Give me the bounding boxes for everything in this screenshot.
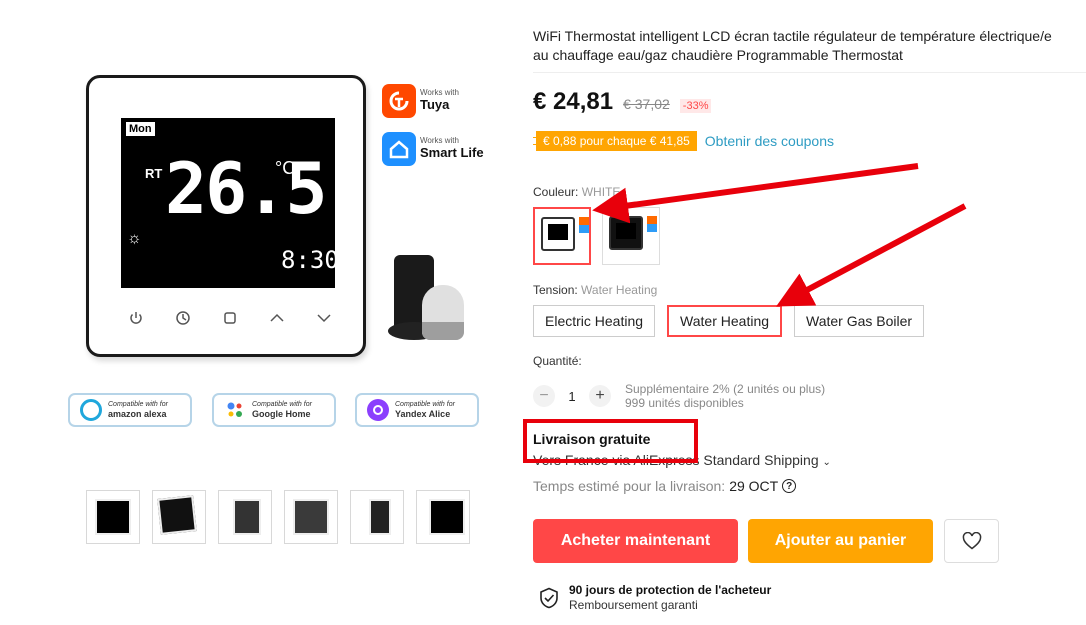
help-icon[interactable]: ? xyxy=(782,479,797,493)
bulk-discount-note: Supplémentaire 2% (2 unités ou plus) xyxy=(625,382,826,396)
divider xyxy=(533,72,1086,73)
quantity-stepper: − 1 + Supplémentaire 2% (2 unités ou plu… xyxy=(533,382,825,410)
sun-icon: ☼ xyxy=(127,230,142,247)
original-price: € 37,02 xyxy=(623,96,670,112)
color-option-white[interactable] xyxy=(533,207,591,265)
google-home-compat-badge: Compatible with for Google Home xyxy=(212,393,336,427)
yandex-compat-name: Yandex Alice xyxy=(395,408,451,419)
quantity-minus-button[interactable]: − xyxy=(533,385,555,407)
protection-title: 90 jours de protection de l'acheteur xyxy=(569,583,772,597)
buy-now-button[interactable]: Acheter maintenant xyxy=(533,519,738,563)
price-row: € 24,81 € 37,02 -33% xyxy=(533,88,712,116)
thumbnail[interactable] xyxy=(350,490,404,544)
power-icon xyxy=(125,310,147,331)
alexa-compat-small: Compatible with for xyxy=(108,400,168,408)
product-title-line-1: WiFi Thermostat intelligent LCD écran ta… xyxy=(533,28,1052,44)
add-to-cart-button[interactable]: Ajouter au panier xyxy=(748,519,933,563)
device-buttons xyxy=(125,310,335,331)
delivery-estimate: Temps estimé pour la livraison: 29 OCT ? xyxy=(533,478,797,494)
tuya-works-with: Works with xyxy=(420,88,459,98)
thumbnail[interactable] xyxy=(284,490,338,544)
annotation-arrow-tension xyxy=(776,203,967,307)
color-option-black[interactable] xyxy=(602,207,660,265)
quantity-label: Quantité: xyxy=(533,354,582,368)
yandex-alice-logo-icon xyxy=(367,399,389,421)
yandex-compat-small: Compatible with for xyxy=(395,400,455,408)
annotation-highlight-box xyxy=(523,419,698,463)
current-price: € 24,81 xyxy=(533,88,614,115)
quantity-note: Supplémentaire 2% (2 unités ou plus) 999… xyxy=(625,382,825,410)
tension-option-water-gas-boiler[interactable]: Water Gas Boiler xyxy=(794,305,925,337)
shield-check-icon xyxy=(540,587,558,609)
annotation-arrow-color xyxy=(592,163,919,224)
delivery-date: 29 OCT xyxy=(729,478,779,494)
screen-day: Mon xyxy=(126,122,155,136)
thermostat-screen: Mon RT 26.5 °C ☼ 8:30 xyxy=(121,118,339,288)
alexa-compat-name: amazon alexa xyxy=(108,408,167,419)
protection-subtitle: Remboursement garanti xyxy=(569,598,698,612)
tension-selected-value: Water Heating xyxy=(581,283,658,297)
screen-unit: °C xyxy=(275,158,296,178)
up-arrow-icon xyxy=(266,310,288,331)
product-title-line-2: au chauffage eau/gaz chaudière Programma… xyxy=(533,47,903,63)
quantity-plus-button[interactable]: + xyxy=(589,385,611,407)
google-assistant-logo-icon xyxy=(224,399,246,421)
thumbnail-strip xyxy=(86,490,470,544)
tension-option-water-heating[interactable]: Water Heating xyxy=(667,305,783,337)
google-home-image xyxy=(422,285,464,340)
thermostat-device: Mon RT 26.5 °C ☼ 8:30 xyxy=(86,75,366,357)
stock-available-note: 999 unités disponibles xyxy=(625,396,744,410)
google-compat-name: Google Home xyxy=(252,408,311,419)
product-title: WiFi Thermostat intelligent LCD écran ta… xyxy=(533,27,1086,65)
coupon-row: € 0,88 pour chaque € 41,85 Obtenir des c… xyxy=(533,131,834,151)
tuya-name: Tuya xyxy=(420,97,450,113)
smart-life-logo-icon xyxy=(382,132,416,166)
google-compat-small: Compatible with for xyxy=(252,400,312,408)
thumbnail[interactable] xyxy=(218,490,272,544)
tension-options: Electric Heating Water Heating Water Gas… xyxy=(533,305,925,337)
color-label-text: Couleur: xyxy=(533,185,582,199)
wishlist-button[interactable] xyxy=(944,519,999,563)
thumbnail[interactable] xyxy=(416,490,470,544)
tension-label: Tension: Water Heating xyxy=(533,283,657,297)
buyer-protection: 90 jours de protection de l'acheteur Rem… xyxy=(539,583,771,613)
thumbnail[interactable] xyxy=(86,490,140,544)
heart-icon xyxy=(962,532,981,550)
clock-icon xyxy=(172,310,194,331)
discount-badge: -33% xyxy=(679,99,712,113)
main-product-image[interactable]: Mon RT 26.5 °C ☼ 8:30 Works with Tuya Wo… xyxy=(60,60,500,440)
smart-life-name: Smart Life xyxy=(420,145,484,161)
yandex-alice-compat-badge: Compatible with for Yandex Alice xyxy=(355,393,479,427)
color-label: Couleur: WHITE xyxy=(533,185,620,199)
thumbnail[interactable] xyxy=(152,490,206,544)
get-coupons-link[interactable]: Obtenir des coupons xyxy=(705,133,834,149)
mode-icon xyxy=(219,310,241,331)
alexa-logo-icon xyxy=(80,399,102,421)
product-gallery: Mon RT 26.5 °C ☼ 8:30 Works with Tuya Wo… xyxy=(0,0,520,625)
tension-option-electric-heating[interactable]: Electric Heating xyxy=(533,305,656,337)
screen-time: 8:30 xyxy=(281,246,339,274)
screen-mode: RT xyxy=(145,166,163,181)
color-options xyxy=(533,207,660,265)
delivery-estimate-label: Temps estimé pour la livraison: xyxy=(533,478,726,494)
tuya-logo-icon xyxy=(382,84,416,118)
screen-temperature: 26.5 xyxy=(165,148,328,230)
down-arrow-icon xyxy=(313,310,335,331)
chevron-down-icon: ⌄ xyxy=(822,457,831,468)
coupon-tag: € 0,88 pour chaque € 41,85 xyxy=(533,131,697,151)
quantity-value[interactable]: 1 xyxy=(565,389,579,404)
tension-label-text: Tension: xyxy=(533,283,582,297)
tuya-badge: Works with Tuya xyxy=(382,84,459,118)
purchase-actions: Acheter maintenant Ajouter au panier xyxy=(533,519,999,563)
smart-life-badge: Works with Smart Life xyxy=(382,132,484,166)
smart-life-works-with: Works with xyxy=(420,136,459,146)
color-selected-value: WHITE xyxy=(581,185,621,199)
alexa-compat-badge: Compatible with for amazon alexa xyxy=(68,393,192,427)
